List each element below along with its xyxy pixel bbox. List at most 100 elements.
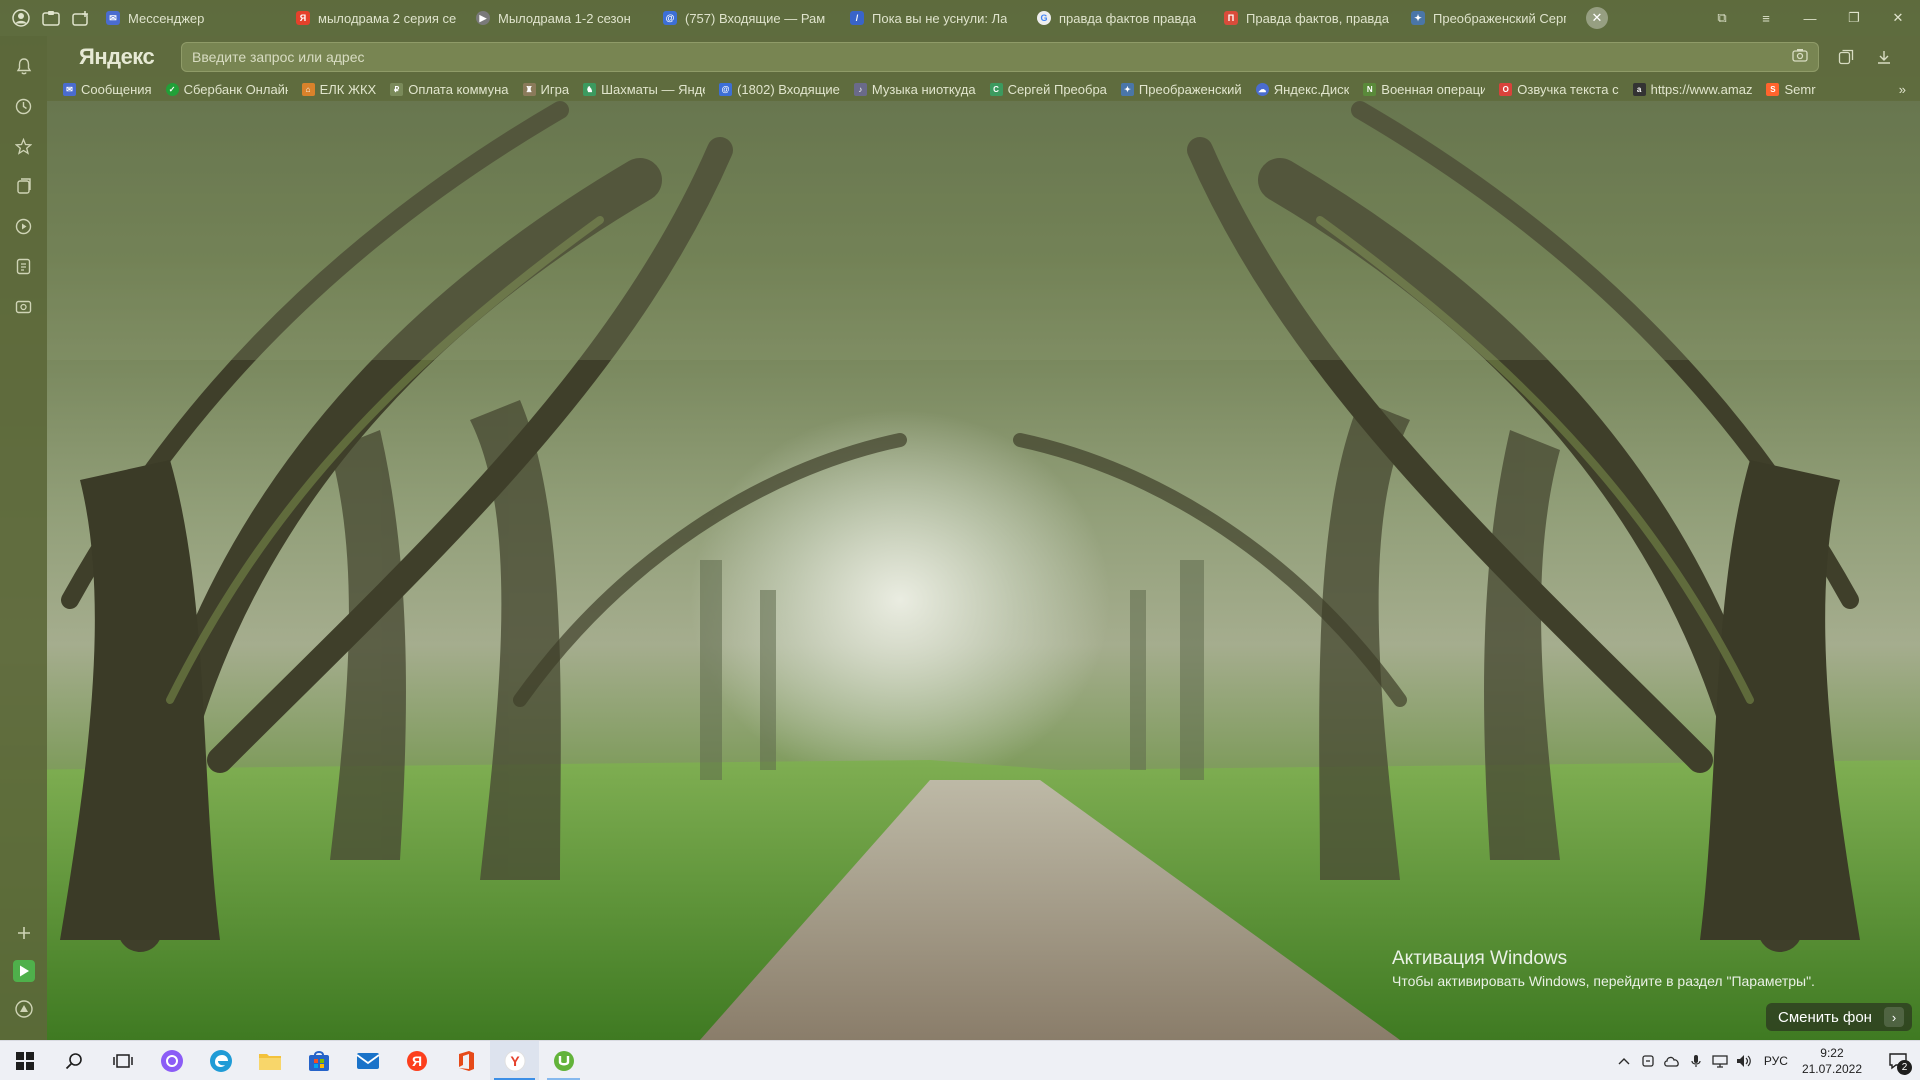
- amazon-icon: a: [1632, 82, 1646, 96]
- bookmark-payment[interactable]: ₽ Оплата коммуна: [390, 82, 509, 97]
- close-window-button[interactable]: ✕: [1876, 10, 1920, 26]
- bookmark-yandex-disk[interactable]: ☁ Яндекс.Диск: [1255, 82, 1349, 97]
- minimize-button[interactable]: —: [1788, 11, 1832, 26]
- volume-icon[interactable]: [1732, 1041, 1756, 1080]
- bookmark-sberbank[interactable]: ✓ Сбербанк Онлайн: [165, 82, 288, 97]
- windows-taskbar: Я Y РУС 9:22 21.07.2022 2: [0, 1040, 1920, 1080]
- windows-activation-watermark: Активация Windows Чтобы активировать Win…: [1392, 947, 1815, 991]
- browser-tab-strip: ✉ Мессенджер Я мылодрама 2 серия се ▶ Мы…: [0, 0, 1920, 36]
- clock-date: 21.07.2022: [1801, 1061, 1862, 1076]
- messages-icon: ✉: [63, 82, 76, 96]
- mail-icon: @: [663, 11, 677, 25]
- start-button[interactable]: [0, 1041, 49, 1080]
- chevron-up-icon[interactable]: [1612, 1041, 1636, 1080]
- chess-icon: ♞: [583, 82, 597, 96]
- side-panel-bottom: [12, 914, 35, 1028]
- taskbar-office[interactable]: [441, 1041, 490, 1080]
- game-icon: ♜: [522, 82, 536, 96]
- bookmark-elk[interactable]: ⌂ ЕЛК ЖКХ: [301, 82, 376, 97]
- bookmark-inbox[interactable]: @ (1802) Входящие: [719, 82, 840, 97]
- music-icon: ♪: [853, 82, 867, 96]
- tab-melodrama-season[interactable]: ▶ Мылодрама 1-2 сезон: [466, 0, 653, 36]
- notes-icon[interactable]: [13, 255, 35, 277]
- taskbar-store[interactable]: [294, 1041, 343, 1080]
- page-icon: С: [989, 82, 1003, 96]
- network-icon[interactable]: [1708, 1041, 1732, 1080]
- pinned-home-icon[interactable]: [42, 9, 60, 27]
- tab-groups-icon[interactable]: [72, 9, 90, 27]
- tab-preobrazhensky[interactable]: ✦ Преображенский Серг: [1401, 0, 1576, 36]
- camera-search-icon[interactable]: [1792, 48, 1808, 65]
- bookmark-semrush[interactable]: S Semr: [1766, 82, 1816, 97]
- collections-toolbar-icon[interactable]: [1835, 46, 1857, 68]
- download-icon[interactable]: [1873, 46, 1895, 68]
- mail-app-icon: [355, 1052, 380, 1069]
- profile-icon[interactable]: [12, 9, 30, 27]
- action-center-button[interactable]: 2: [1876, 1041, 1920, 1080]
- add-panel-icon[interactable]: [13, 922, 35, 944]
- taskbar-yandex-browser[interactable]: Y: [490, 1040, 539, 1080]
- yandex-logo[interactable]: Яндекс: [79, 44, 181, 70]
- bookmark-game[interactable]: ♜ Игра: [522, 82, 569, 97]
- address-input[interactable]: [192, 48, 1792, 65]
- housing-icon: ⌂: [301, 82, 315, 96]
- onedrive-icon[interactable]: [1660, 1041, 1684, 1080]
- bookmark-text-speech[interactable]: О Озвучка текста с: [1499, 82, 1619, 97]
- payment-icon: ₽: [390, 82, 404, 96]
- yandex-icon: Я: [296, 11, 310, 25]
- disk-icon: ☁: [1255, 82, 1269, 96]
- change-background-button[interactable]: Сменить фон ›: [1766, 1003, 1912, 1031]
- star-icon[interactable]: [13, 135, 35, 157]
- tab-inbox[interactable]: @ (757) Входящие — Рам: [653, 0, 840, 36]
- maximize-button[interactable]: ❐: [1832, 10, 1876, 26]
- activation-subtitle: Чтобы активировать Windows, перейдите в …: [1392, 973, 1815, 989]
- collections-icon[interactable]: [13, 175, 35, 197]
- search-icon: [65, 1052, 82, 1069]
- bookmarks-more-icon[interactable]: »: [1899, 82, 1906, 97]
- microphone-icon[interactable]: [1684, 1041, 1708, 1080]
- taskbar-file-explorer[interactable]: [245, 1041, 294, 1080]
- tab-truth-facts-page[interactable]: П Правда фактов, правда: [1214, 0, 1401, 36]
- taskbar-edge[interactable]: [196, 1041, 245, 1080]
- bell-icon[interactable]: [13, 55, 35, 77]
- taskbar-search-button[interactable]: [49, 1041, 98, 1080]
- bookmark-military-op[interactable]: N Военная операци: [1363, 82, 1485, 97]
- address-bar[interactable]: [181, 41, 1819, 72]
- close-tab-button[interactable]: ✕: [1586, 7, 1608, 29]
- svg-text:Y: Y: [510, 1053, 520, 1069]
- tabs-menu-icon[interactable]: ⧉: [1700, 10, 1744, 26]
- bookmark-chess[interactable]: ♞ Шахматы — Янде: [583, 82, 705, 97]
- tray-app-icon[interactable]: [1636, 1041, 1660, 1080]
- task-view-button[interactable]: [98, 1041, 147, 1080]
- bookmark-preobrazhensky[interactable]: ✦ Преображенский: [1120, 82, 1242, 97]
- zen-icon: /: [850, 11, 864, 25]
- screenshot-icon[interactable]: [13, 295, 35, 317]
- background-image: [0, 100, 1920, 1040]
- clock-time: 9:22: [1820, 1045, 1844, 1060]
- bookmark-sergey[interactable]: С Сергей Преобра: [989, 82, 1107, 97]
- vk-icon: ✦: [1120, 82, 1134, 96]
- more-menu-icon[interactable]: ≡: [1744, 11, 1788, 26]
- language-indicator[interactable]: РУС: [1756, 1054, 1796, 1068]
- task-view-icon: [112, 1053, 133, 1068]
- taskbar-mail[interactable]: [343, 1041, 392, 1080]
- alice-icon[interactable]: [13, 998, 35, 1020]
- tab-before-sleep[interactable]: / Пока вы не уснули: Ла: [840, 0, 1027, 36]
- taskbar-utorrent[interactable]: [539, 1041, 588, 1080]
- clock[interactable]: 9:22 21.07.2022: [1796, 1045, 1876, 1077]
- tab-truth-facts-search[interactable]: G правда фактов правда: [1027, 0, 1214, 36]
- news-icon: N: [1363, 82, 1377, 96]
- taskbar-alice[interactable]: [147, 1041, 196, 1080]
- history-icon[interactable]: [13, 95, 35, 117]
- bookmark-messages[interactable]: ✉ Сообщения: [63, 82, 152, 97]
- play-store-icon[interactable]: [12, 960, 35, 982]
- system-tray: РУС 9:22 21.07.2022 2: [1612, 1041, 1920, 1080]
- video-player-icon[interactable]: [13, 215, 35, 237]
- tab-melodrama-series[interactable]: Я мылодрама 2 серия се: [286, 0, 466, 36]
- bookmark-music[interactable]: ♪ Музыка ниоткуда: [853, 82, 976, 97]
- bookmark-amazon[interactable]: a https://www.amaz: [1632, 82, 1752, 97]
- taskbar-yandex[interactable]: Я: [392, 1041, 441, 1080]
- side-panel: [0, 36, 47, 1040]
- messenger-icon: ✉: [106, 11, 120, 25]
- tab-messenger[interactable]: ✉ Мессенджер: [96, 0, 286, 36]
